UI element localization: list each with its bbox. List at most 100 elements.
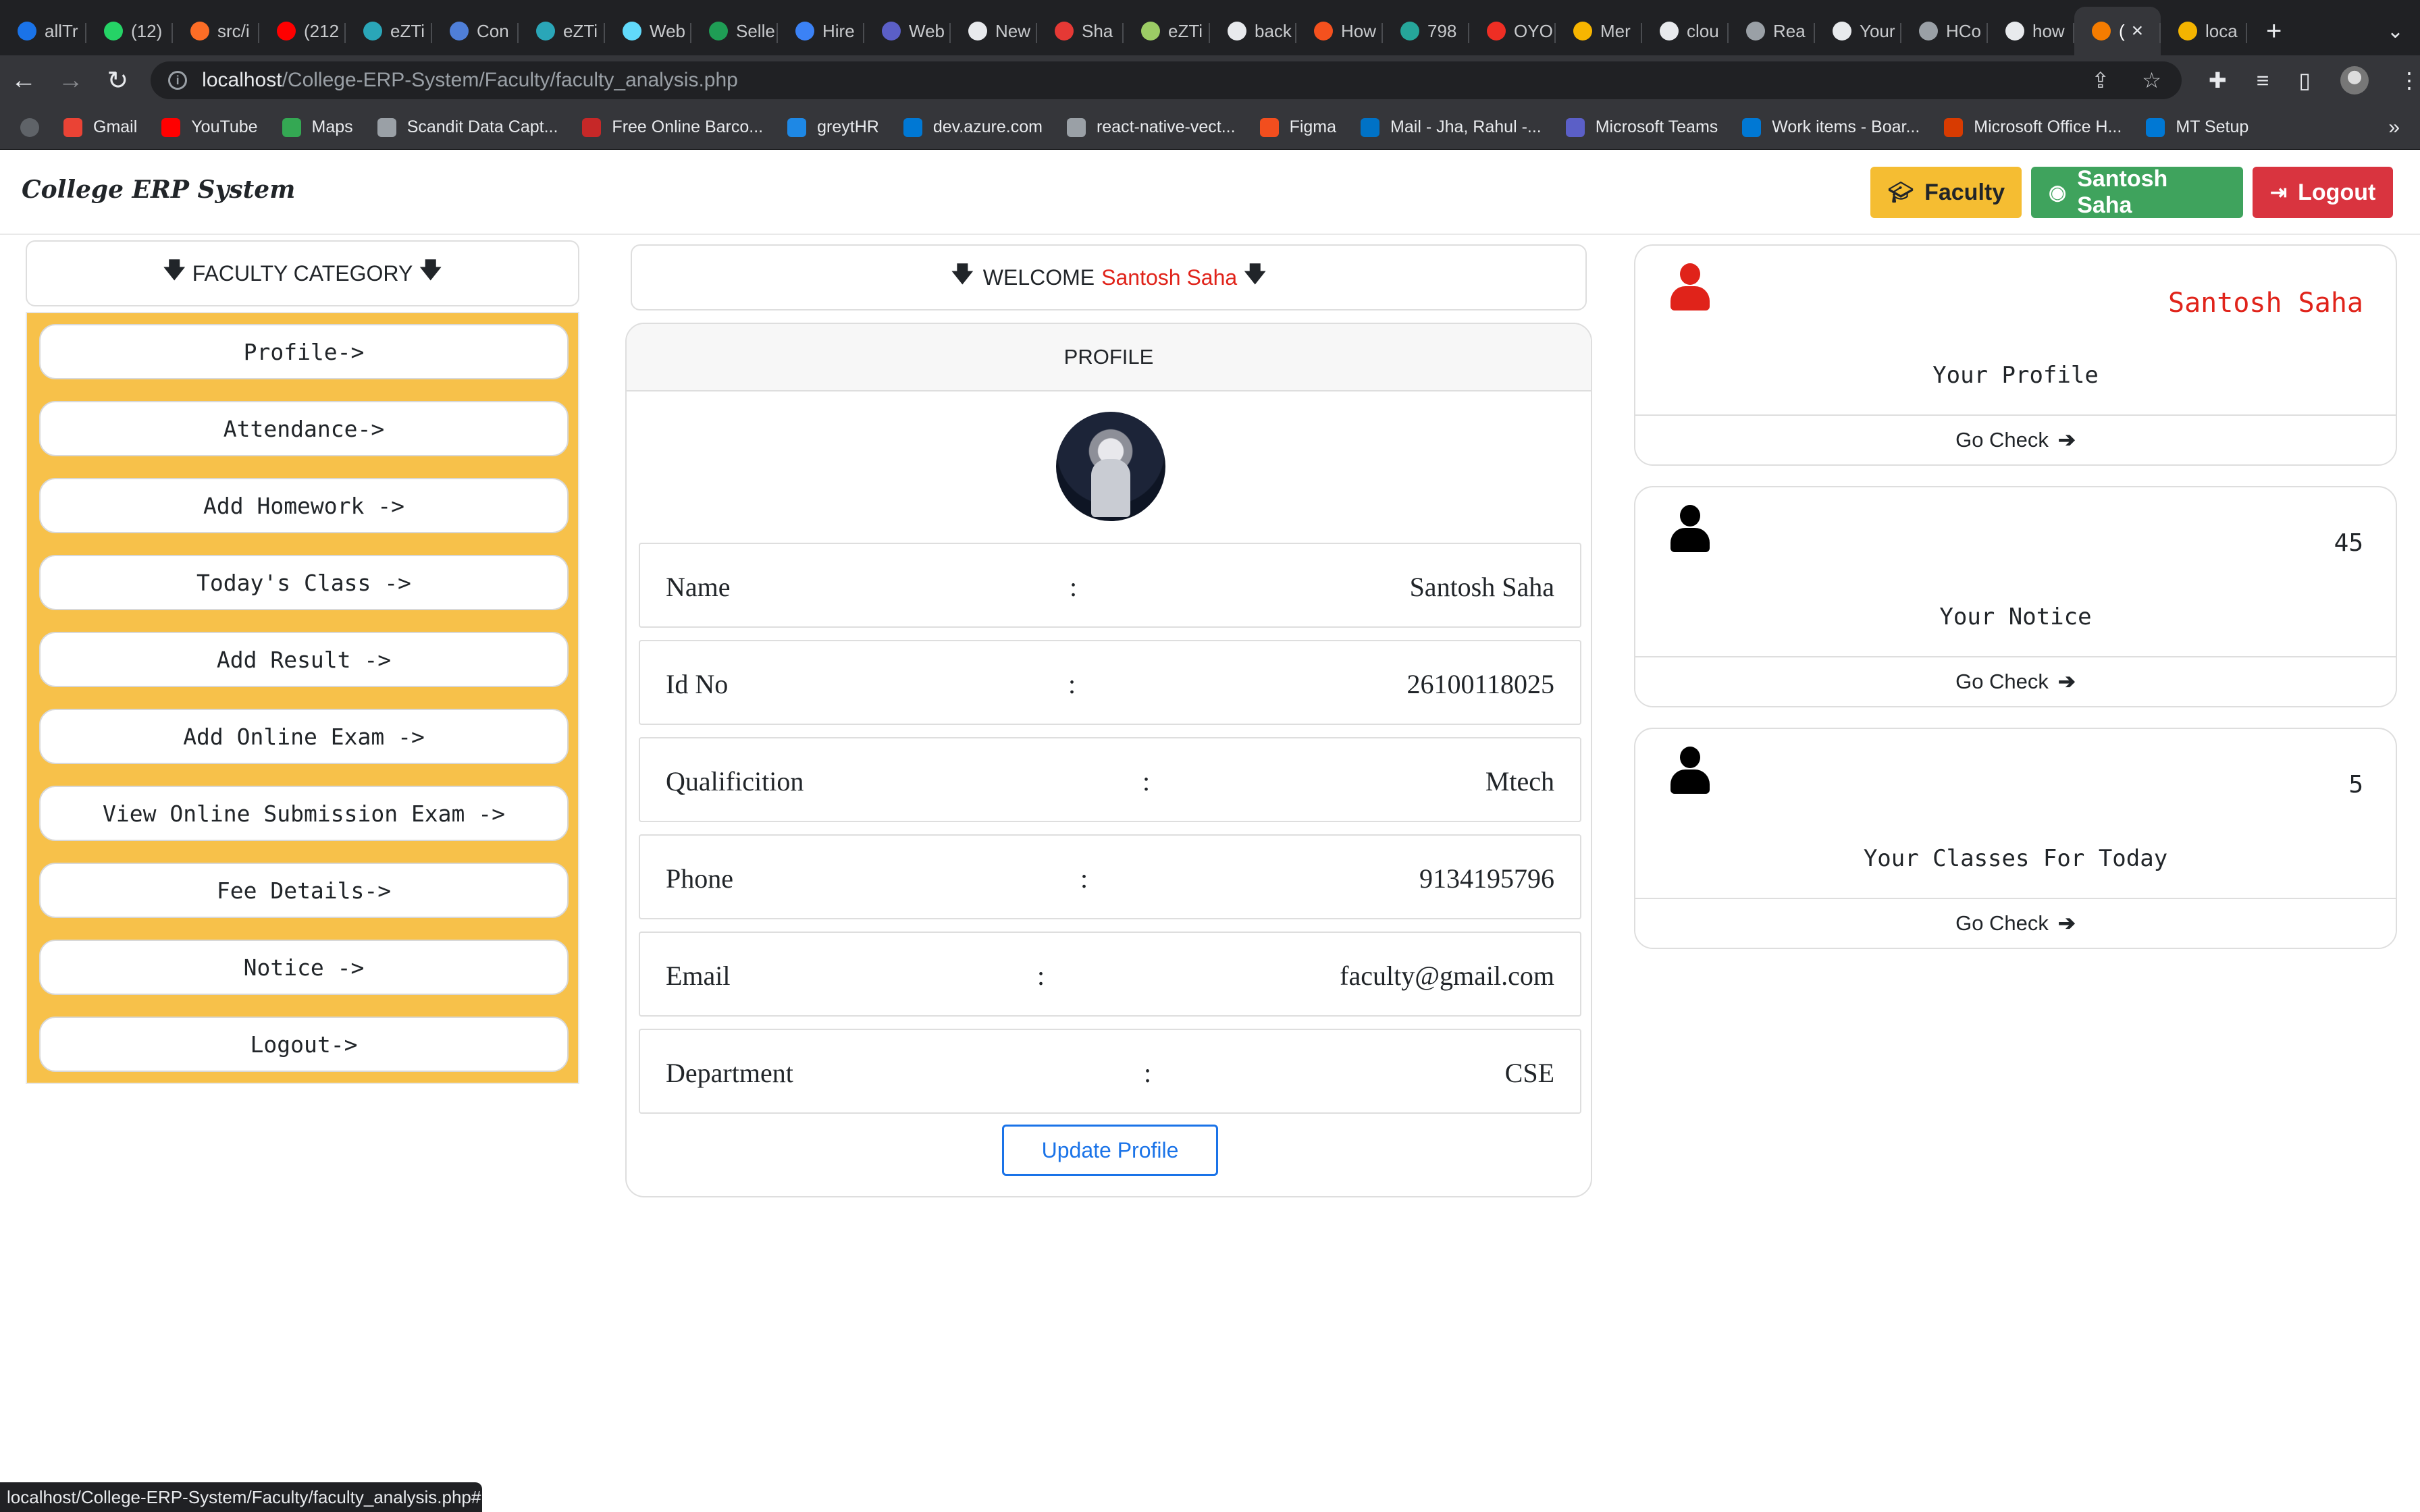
browser-tab-title: how bbox=[2032, 20, 2065, 41]
profile-field-separator: : bbox=[1144, 1058, 1152, 1088]
bookmark-favicon-icon bbox=[377, 117, 396, 137]
browser-tab[interactable]: Sha bbox=[1037, 7, 1124, 55]
tab-favicon-icon bbox=[1660, 22, 1679, 40]
sidebar-menu-item[interactable]: Today's Class -> bbox=[39, 555, 569, 610]
browser-tab[interactable]: Web bbox=[864, 7, 951, 55]
browser-tab[interactable]: Con bbox=[432, 7, 519, 55]
go-check-link[interactable]: Go Check ➔ bbox=[1635, 898, 2396, 948]
tab-favicon-icon bbox=[1746, 22, 1765, 40]
forward-icon[interactable]: → bbox=[47, 66, 95, 95]
bookmark-item[interactable]: Microsoft Office H... bbox=[1944, 117, 2122, 137]
faculty-button-label: Faculty bbox=[1924, 179, 2005, 205]
bookmark-item[interactable]: react-native-vect... bbox=[1066, 117, 1236, 137]
browser-tab[interactable]: HCo bbox=[1901, 7, 1988, 55]
browser-menu-icon[interactable]: ⋮ bbox=[2398, 68, 2420, 93]
bookmark-item[interactable]: Free Online Barco... bbox=[582, 117, 763, 137]
sidebar-menu-item[interactable]: Notice -> bbox=[39, 940, 569, 995]
bookmark-item[interactable]: dev.azure.com bbox=[903, 117, 1043, 137]
bookmark-item[interactable]: Microsoft Teams bbox=[1565, 117, 1718, 137]
profile-avatar-icon[interactable] bbox=[2340, 66, 2369, 94]
browser-tab[interactable]: New bbox=[951, 7, 1037, 55]
browser-tab[interactable]: eZTi bbox=[346, 7, 432, 55]
side-panel-icon[interactable]: ▯ bbox=[2298, 68, 2311, 93]
user-button[interactable]: ◉ Santosh Saha bbox=[2031, 166, 2243, 218]
logout-button[interactable]: ⇥ Logout bbox=[2253, 167, 2393, 218]
browser-tab[interactable]: How bbox=[1296, 7, 1383, 55]
reload-icon[interactable]: ↻ bbox=[94, 65, 141, 96]
new-tab-button[interactable]: + bbox=[2266, 7, 2282, 55]
faculty-menu: Profile-> Attendance-> Add Homework -> Toda… bbox=[26, 312, 579, 1084]
browser-tab[interactable]: src/i bbox=[173, 7, 259, 55]
brand-title[interactable]: College ERP System bbox=[22, 176, 295, 204]
summary-card-value: 45 bbox=[2334, 529, 2363, 557]
sidebar-menu-item[interactable]: Profile-> bbox=[39, 324, 569, 379]
profile-field-separator: : bbox=[1080, 863, 1088, 894]
browser-tab[interactable]: Rea bbox=[1729, 7, 1815, 55]
browser-tab[interactable]: Your bbox=[1815, 7, 1901, 55]
sidebar-menu-item[interactable]: Add Result -> bbox=[39, 632, 569, 687]
browser-tab[interactable]: (× bbox=[2074, 7, 2161, 55]
browser-tab[interactable]: eZTi bbox=[519, 7, 605, 55]
profile-field-row: Phone: 9134195796 bbox=[639, 834, 1581, 919]
bookmark-item[interactable]: Maps bbox=[282, 117, 353, 137]
browser-tab[interactable]: back bbox=[1210, 7, 1296, 55]
browser-tab[interactable]: Web bbox=[605, 7, 691, 55]
sidebar-menu-item[interactable]: Logout-> bbox=[39, 1017, 569, 1072]
browser-tab[interactable]: Mer bbox=[1556, 7, 1642, 55]
browser-tab[interactable]: how bbox=[1988, 7, 2074, 55]
browser-tab[interactable]: eZTi bbox=[1124, 7, 1210, 55]
user-icon bbox=[1671, 747, 1710, 794]
extensions-icon[interactable]: ✚ bbox=[2209, 68, 2227, 93]
arrow-right-icon: ➔ bbox=[2057, 428, 2076, 452]
arrow-right-icon: ➔ bbox=[2057, 670, 2076, 693]
sidebar-menu-item[interactable]: Attendance-> bbox=[39, 401, 569, 456]
bookmark-item[interactable]: Gmail bbox=[63, 117, 137, 137]
browser-tab[interactable]: Hire bbox=[778, 7, 864, 55]
bookmark-label: MT Setup bbox=[2176, 117, 2249, 136]
bookmark-item[interactable]: Work items - Boar... bbox=[1742, 117, 1920, 137]
reading-list-icon[interactable]: ≡ bbox=[2257, 68, 2269, 93]
address-bar[interactable]: i localhost/College-ERP-System/Faculty/f… bbox=[151, 61, 2182, 99]
faculty-button[interactable]: 🎓︎ Faculty bbox=[1870, 167, 2022, 218]
bookmark-favicon-icon bbox=[1944, 117, 1964, 137]
tab-favicon-icon bbox=[709, 22, 728, 40]
browser-tab-title: eZTi bbox=[563, 20, 598, 41]
bookmark-item[interactable]: YouTube bbox=[161, 117, 258, 137]
browser-tab[interactable]: (12) bbox=[86, 7, 173, 55]
browser-tab[interactable]: allTr bbox=[0, 7, 86, 55]
browser-tab-title: loca bbox=[2205, 20, 2238, 41]
browser-tab[interactable]: clou bbox=[1642, 7, 1729, 55]
profile-field-separator: : bbox=[1142, 766, 1151, 796]
go-check-link[interactable]: Go Check ➔ bbox=[1635, 656, 2396, 706]
bookmark-item[interactable]: Mail - Jha, Rahul -... bbox=[1361, 117, 1542, 137]
bookmark-item[interactable]: greytHR bbox=[787, 117, 879, 137]
browser-tab[interactable]: (212 bbox=[259, 7, 346, 55]
sidebar-menu-item[interactable]: View Online Submission Exam -> bbox=[39, 786, 569, 841]
browser-tab[interactable]: Selle bbox=[691, 7, 778, 55]
browser-tab[interactable]: loca bbox=[2161, 7, 2247, 55]
sidebar-menu-item[interactable]: Fee Details-> bbox=[39, 863, 569, 918]
tab-close-icon[interactable]: × bbox=[2132, 20, 2144, 43]
arrow-down-icon: 🡇 bbox=[419, 258, 442, 282]
bookmark-favicon-icon bbox=[282, 117, 301, 137]
back-icon[interactable]: ← bbox=[0, 66, 47, 95]
tab-favicon-icon bbox=[1228, 22, 1246, 40]
bookmark-item[interactable]: MT Setup bbox=[2146, 117, 2248, 137]
site-info-icon[interactable]: i bbox=[168, 71, 188, 90]
go-check-link[interactable]: Go Check ➔ bbox=[1635, 414, 2396, 464]
tab-search-icon[interactable]: ⌄ bbox=[2387, 7, 2404, 55]
browser-tab[interactable]: 798 bbox=[1383, 7, 1469, 55]
bookmarks-overflow-button[interactable]: » bbox=[2388, 116, 2400, 139]
share-icon[interactable]: ⇪ bbox=[2091, 68, 2109, 93]
bookmark-star-icon[interactable]: ☆ bbox=[2142, 68, 2161, 93]
browser-tab[interactable]: OYO bbox=[1469, 7, 1556, 55]
sidebar-menu-item[interactable]: Add Homework -> bbox=[39, 478, 569, 533]
update-profile-button[interactable]: Update Profile bbox=[1002, 1125, 1218, 1176]
bookmark-item[interactable]: Scandit Data Capt... bbox=[377, 117, 558, 137]
bookmarks-apps-icon[interactable] bbox=[20, 117, 39, 137]
bookmark-item[interactable]: Figma bbox=[1259, 117, 1336, 137]
sidebar-menu-item[interactable]: Add Online Exam -> bbox=[39, 709, 569, 764]
tab-favicon-icon bbox=[18, 22, 36, 40]
browser-tab-title: Mer bbox=[1600, 20, 1631, 41]
go-check-label: Go Check bbox=[1955, 428, 2049, 452]
